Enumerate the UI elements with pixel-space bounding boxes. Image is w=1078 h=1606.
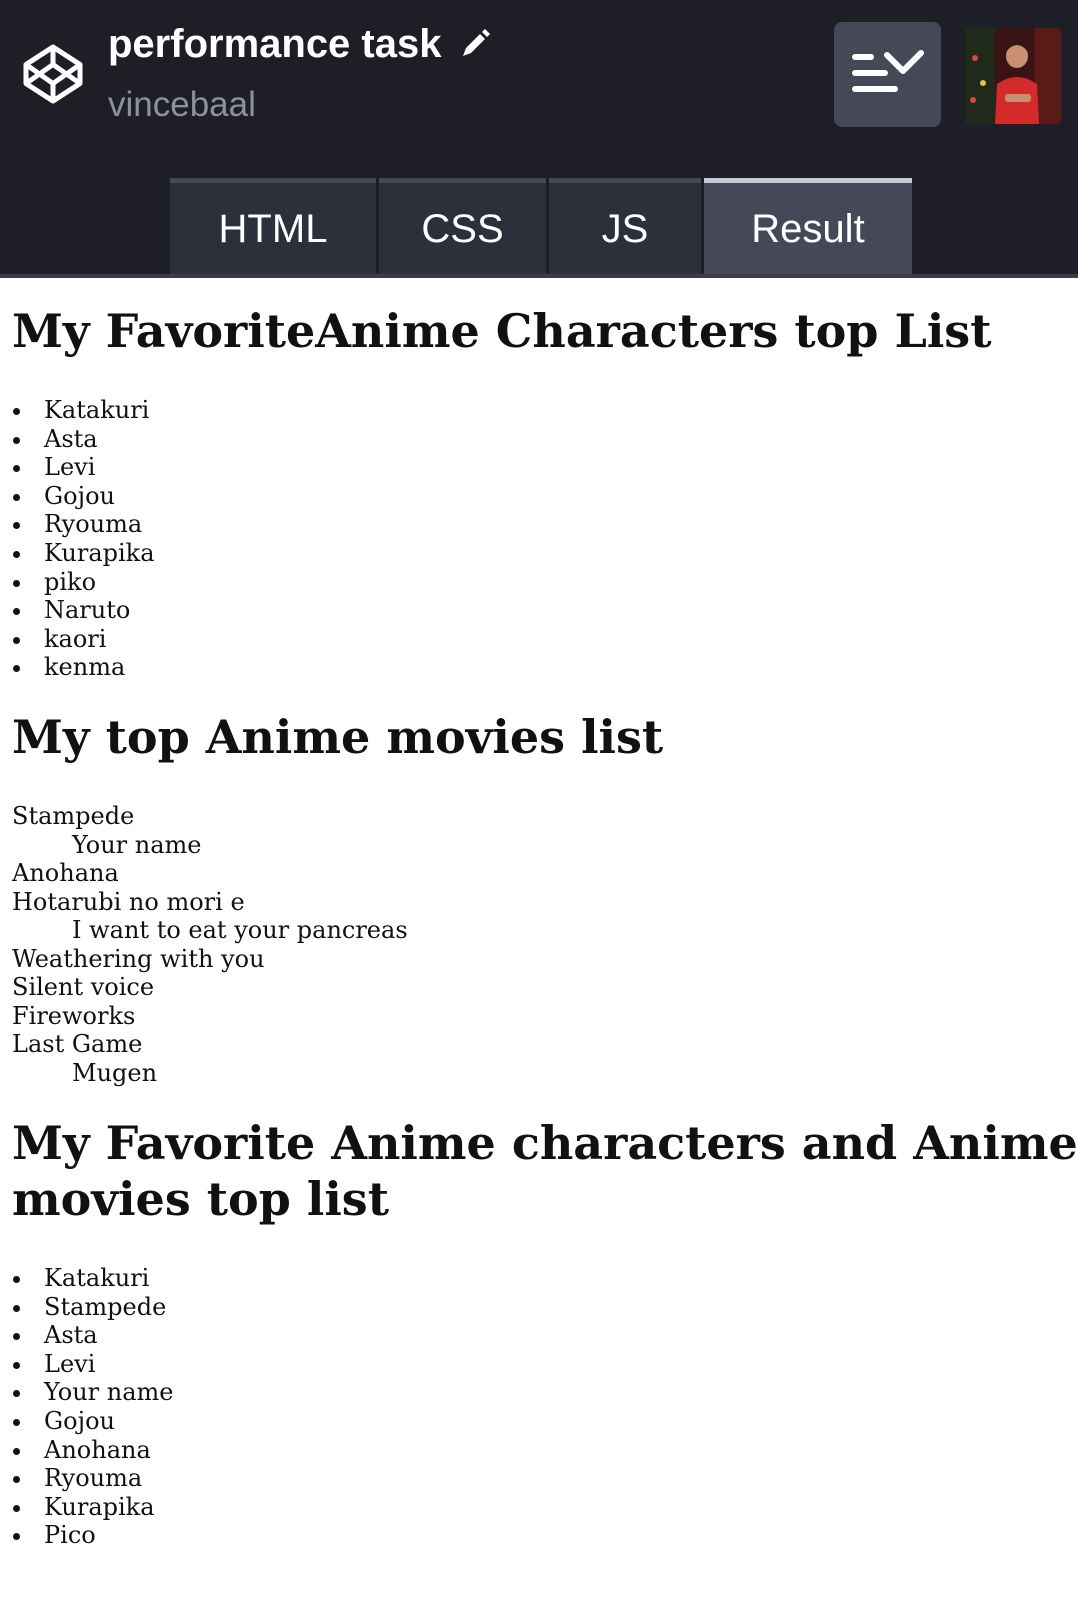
list-item: Asta [0,1321,174,1350]
user-avatar[interactable] [965,28,1061,124]
heading-line: My Favorite Anime characters and Anime [12,1116,1078,1170]
pencil-icon[interactable] [459,28,491,60]
heading-line: movies top list [12,1172,389,1226]
tab-js[interactable]: JS [549,178,701,275]
author-username[interactable]: vincebaal [108,80,256,130]
movie-line: Your name [72,830,202,859]
list-item: Katakuri [0,396,155,425]
heading-top-movies: My top Anime movies list [12,710,664,764]
list-item: Stampede [0,1293,174,1322]
movie-line: Stampede [12,802,135,830]
list-item: Pico [0,1521,174,1550]
movie-line: Fireworks [12,1001,136,1030]
movie-line: Anohana [12,859,119,887]
list-item: Ryouma [0,510,155,539]
tab-result[interactable]: Result [704,178,912,275]
list-item: Levi [0,453,155,482]
list-item: Levi [0,1350,174,1379]
list-item: Your name [0,1378,174,1407]
heading-favorite-characters: My FavoriteAnime Characters top List [12,304,992,358]
heading-characters-and-movies: My Favorite Anime characters and Anime m… [0,1115,1078,1227]
list-item: Gojou [0,1407,174,1436]
pen-title-row: performance task [108,14,491,74]
list-item: Ryouma [0,1464,174,1493]
movie-line: Last Game [12,1030,143,1058]
pen-title[interactable]: performance task [108,14,441,74]
tab-html[interactable]: HTML [170,178,376,275]
list-item: Anohana [0,1436,174,1465]
editor-tabs: HTML CSS JS Result [170,178,912,275]
movie-line: Mugen [72,1058,158,1087]
change-view-icon [851,47,925,102]
movie-line: Hotarubi no mori e [12,887,245,916]
list-item: Katakuri [0,1264,174,1293]
movie-line: Weathering with you [12,944,265,973]
list-item: piko [0,568,155,597]
list-item: kenma [0,653,155,682]
list-item: Naruto [0,596,155,625]
list-item: kaori [0,625,155,654]
list-item: Asta [0,425,155,454]
characters-and-movies-list: Katakuri Stampede Asta Levi Your name Go… [0,1264,174,1550]
editor-header: performance task vincebaal HTML CSS JS R… [0,0,1078,278]
list-item: Kurapika [0,1493,174,1522]
list-item: Kurapika [0,539,155,568]
tab-css[interactable]: CSS [379,178,546,275]
top-movies-list: Stampede Your name Anohana Hotarubi no m… [0,802,408,1087]
list-item: Gojou [0,482,155,511]
favorite-characters-list: Katakuri Asta Levi Gojou Ryouma Kurapika… [0,396,155,682]
codepen-logo-icon[interactable] [22,43,84,105]
movie-line: Silent voice [12,973,155,1001]
result-preview: My FavoriteAnime Characters top List Kat… [0,278,1078,1606]
movie-line: I want to eat your pancreas [72,916,408,944]
change-view-button[interactable] [834,22,941,127]
